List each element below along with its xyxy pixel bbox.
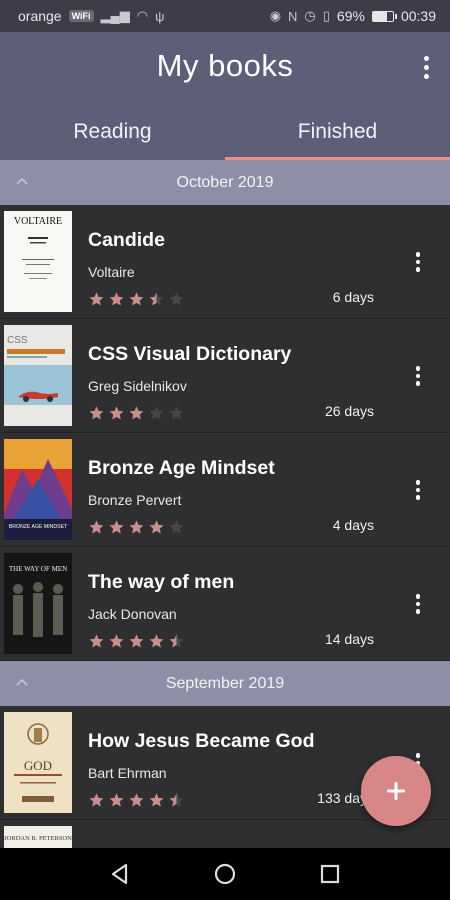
- nfc-icon: N: [288, 8, 298, 24]
- eye-icon: ◉: [269, 8, 282, 23]
- book-cover[interactable]: CSS: [4, 325, 72, 426]
- book-author: Voltaire: [88, 264, 135, 280]
- star-rating: [88, 291, 185, 308]
- list-item[interactable]: BRONZE AGE MINDSET Bronze Age Mindset Br…: [0, 433, 450, 547]
- list-item[interactable]: CSS CSS Visual Dictionary Greg Sidelniko…: [0, 319, 450, 433]
- book-author: Bart Ehrman: [88, 765, 167, 781]
- star-icon: [89, 634, 104, 648]
- star-rating: [88, 633, 185, 650]
- star-icon: [129, 634, 144, 648]
- star-icon: [89, 793, 104, 807]
- usb-icon: ψ: [155, 8, 165, 24]
- more-vert-icon[interactable]: [410, 363, 426, 389]
- book-title: Candide: [88, 229, 165, 251]
- star-icon: [169, 292, 184, 306]
- reading-duration: 4 days: [332, 517, 374, 533]
- book-cover[interactable]: GOD: [4, 712, 72, 813]
- page-title: My books: [156, 48, 294, 83]
- reading-duration: 26 days: [324, 403, 374, 419]
- home-circle-icon[interactable]: [210, 859, 240, 889]
- book-title: The way of men: [88, 571, 235, 593]
- book-list: October 2019 VOLTAIRE Candide Voltaire 6…: [0, 160, 450, 848]
- star-icon: [89, 520, 104, 534]
- clock: 00:39: [400, 8, 436, 24]
- cover-text: GOD: [24, 758, 52, 773]
- cover-text: VOLTAIRE: [14, 216, 62, 227]
- signal-icon: ▂▄▆: [100, 8, 130, 23]
- star-icon: [149, 634, 164, 648]
- battery-percent: 69%: [336, 8, 365, 24]
- book-cover[interactable]: JORDAN B. PETERSON: [4, 826, 72, 848]
- star-icon: [129, 292, 144, 306]
- list-item[interactable]: JORDAN B. PETERSON: [0, 820, 450, 848]
- battery-icon: [371, 10, 397, 22]
- cover-text: THE WAY OF MEN: [9, 565, 67, 573]
- star-icon: [109, 406, 124, 420]
- tab-bar: Reading Finished: [0, 110, 450, 160]
- book-author: Jack Donovan: [88, 606, 177, 622]
- alarm-icon: ◷: [304, 8, 316, 23]
- more-vert-icon[interactable]: [410, 591, 426, 617]
- more-vert-icon[interactable]: [410, 477, 426, 503]
- recents-square-icon[interactable]: [315, 859, 345, 889]
- star-icon: [129, 793, 144, 807]
- star-icon: [149, 793, 164, 807]
- carrier-name: orange: [18, 8, 62, 24]
- star-icon: [89, 292, 104, 306]
- star-icon: [109, 292, 124, 306]
- book-cover[interactable]: BRONZE AGE MINDSET: [4, 439, 72, 540]
- list-item[interactable]: VOLTAIRE Candide Voltaire 6 days: [0, 205, 450, 319]
- section-header[interactable]: September 2019: [0, 661, 450, 706]
- star-icon: [149, 406, 164, 420]
- star-icon: [129, 520, 144, 534]
- add-book-button[interactable]: [361, 756, 431, 826]
- section-header[interactable]: October 2019: [0, 160, 450, 205]
- star-icon: [109, 634, 124, 648]
- star-icon: [109, 520, 124, 534]
- star-icon: [149, 520, 164, 534]
- star-rating: [88, 519, 185, 536]
- star-icon: [89, 406, 104, 420]
- reading-duration: 14 days: [324, 631, 374, 647]
- plus-icon: [387, 782, 405, 800]
- back-triangle-icon[interactable]: [105, 859, 135, 889]
- book-cover[interactable]: THE WAY OF MEN: [4, 553, 72, 654]
- star-icon: [169, 406, 184, 420]
- book-author: Bronze Pervert: [88, 492, 182, 508]
- tab-reading[interactable]: Reading: [0, 110, 225, 160]
- cover-text: CSS: [7, 335, 28, 346]
- star-icon: [109, 793, 124, 807]
- system-nav-bar: [0, 848, 450, 900]
- star-icon: [149, 292, 164, 306]
- star-rating: [88, 792, 185, 809]
- tab-finished[interactable]: Finished: [225, 110, 450, 160]
- status-bar: orange WiFi ▂▄▆ ◠ ψ ◉ N ◷ ▯ 69% 00:39: [0, 0, 450, 32]
- book-cover[interactable]: VOLTAIRE: [4, 211, 72, 312]
- wifi-calling-badge: WiFi: [68, 10, 94, 22]
- cover-text: BRONZE AGE MINDSET: [9, 524, 68, 530]
- chevron-up-icon[interactable]: [16, 677, 28, 689]
- section-title: October 2019: [176, 174, 274, 191]
- app-bar: My books Reading Finished: [0, 32, 450, 160]
- book-title: Bronze Age Mindset: [88, 457, 275, 479]
- more-vert-icon[interactable]: [416, 52, 436, 82]
- chevron-up-icon[interactable]: [16, 176, 28, 188]
- cover-text: JORDAN B. PETERSON: [4, 835, 72, 842]
- star-icon: [169, 634, 184, 648]
- section-title: September 2019: [165, 675, 285, 692]
- more-vert-icon[interactable]: [410, 249, 426, 275]
- star-icon: [169, 520, 184, 534]
- star-icon: [129, 406, 144, 420]
- list-item[interactable]: THE WAY OF MEN The way of men Jack Donov…: [0, 547, 450, 661]
- star-rating: [88, 405, 185, 422]
- vibrate-icon: ▯: [322, 8, 330, 23]
- book-title: CSS Visual Dictionary: [88, 343, 292, 365]
- wifi-icon: ◠: [136, 8, 149, 23]
- book-author: Greg Sidelnikov: [88, 378, 187, 394]
- book-title: How Jesus Became God: [88, 730, 315, 752]
- star-icon: [169, 793, 184, 807]
- reading-duration: 6 days: [332, 289, 374, 305]
